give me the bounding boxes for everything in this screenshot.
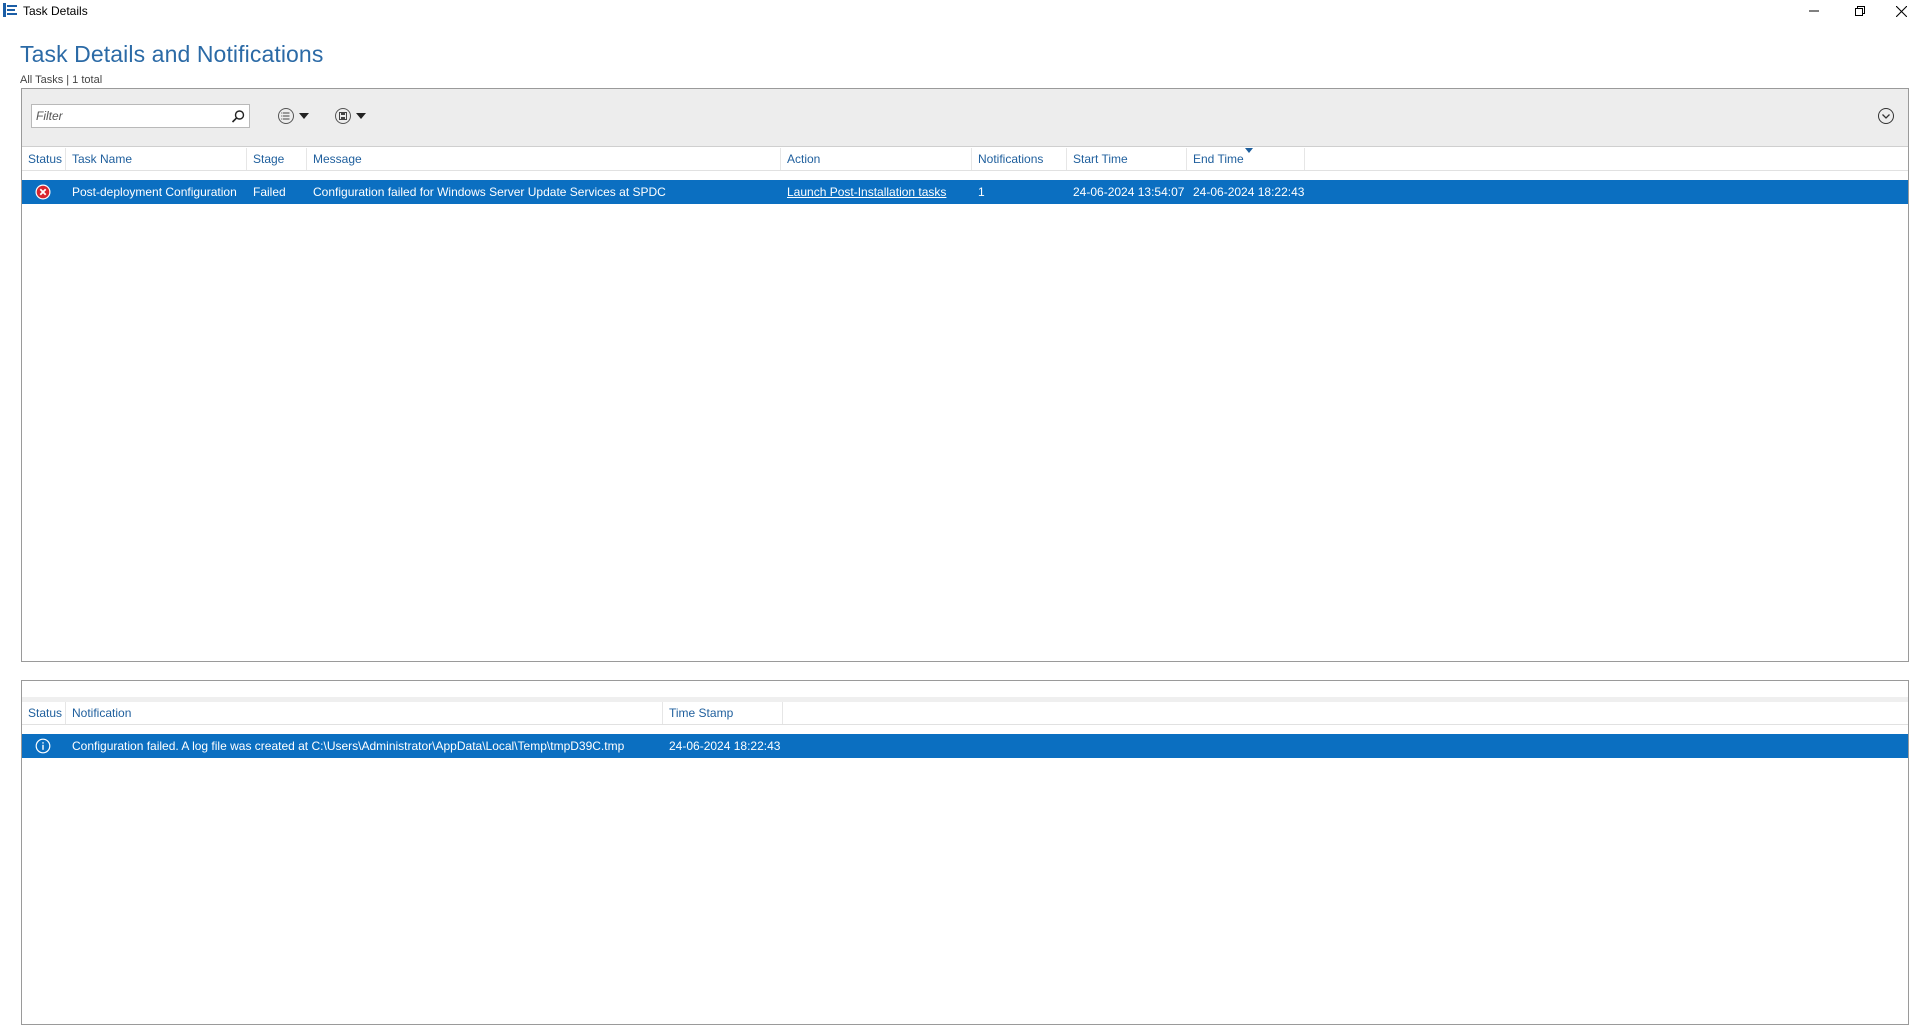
notifications-cell: 1 <box>978 185 985 199</box>
info-icon <box>35 738 51 754</box>
close-button[interactable] <box>1883 0 1919 22</box>
column-header-status[interactable]: Status <box>22 702 66 724</box>
column-header-notification[interactable]: Notification <box>66 702 663 724</box>
column-header-start-time[interactable]: Start Time <box>1067 148 1187 170</box>
column-header-stage[interactable]: Stage <box>247 148 307 170</box>
start-time-cell: 24-06-2024 13:54:07 <box>1073 185 1185 199</box>
list-view-icon <box>278 108 294 124</box>
notifications-table-header: Status Notification Time Stamp <box>22 702 1908 725</box>
action-cell: Launch Post-Installation tasks <box>781 180 972 204</box>
task-count: All Tasks | 1 total <box>20 74 103 86</box>
notifications-panel: Status Notification Time Stamp Configura… <box>21 680 1909 1025</box>
chevron-down-icon <box>356 113 366 119</box>
save-query-button[interactable] <box>332 104 376 128</box>
server-manager-icon <box>3 3 17 17</box>
launch-post-installation-link[interactable]: Launch Post-Installation tasks <box>787 185 946 199</box>
column-header-message[interactable]: Message <box>307 148 781 170</box>
column-header-notifications[interactable]: Notifications <box>972 148 1067 170</box>
sort-descending-icon <box>1245 148 1253 153</box>
column-header-end-time-label: End Time <box>1193 152 1244 166</box>
collapse-icon[interactable] <box>1876 106 1896 126</box>
stage-cell: Failed <box>253 185 286 199</box>
minimize-icon <box>1809 10 1819 12</box>
restore-button[interactable] <box>1837 0 1883 22</box>
status-cell <box>22 180 66 204</box>
time-stamp-cell: 24-06-2024 18:22:43 <box>669 739 781 753</box>
table-row[interactable]: Configuration failed. A log file was cre… <box>22 734 1908 758</box>
page-title: Task Details and Notifications <box>20 41 324 67</box>
task-name-cell: Post-deployment Configuration <box>72 185 237 199</box>
restore-icon <box>1855 6 1865 16</box>
column-header-time-stamp[interactable]: Time Stamp <box>663 702 783 724</box>
end-time-cell: 24-06-2024 18:22:43 <box>1193 185 1305 199</box>
column-header-action[interactable]: Action <box>781 148 972 170</box>
filter-box <box>31 104 250 128</box>
tasks-panel: Status Task Name Stage Message Action No… <box>21 88 1909 662</box>
tasks-toolbar <box>22 89 1908 147</box>
save-icon <box>335 108 351 124</box>
column-header-status[interactable]: Status <box>22 148 66 170</box>
close-icon <box>1895 5 1907 17</box>
filter-input[interactable] <box>32 105 222 127</box>
table-row[interactable]: Post-deployment Configuration Failed Con… <box>22 180 1908 204</box>
search-icon[interactable] <box>229 108 247 126</box>
notification-cell: Configuration failed. A log file was cre… <box>72 739 625 753</box>
minimize-button[interactable] <box>1791 0 1837 22</box>
status-cell <box>22 734 66 758</box>
column-header-end-time[interactable]: End Time <box>1187 148 1305 170</box>
column-header-task-name[interactable]: Task Name <box>66 148 247 170</box>
tasks-table-header: Status Task Name Stage Message Action No… <box>22 148 1908 171</box>
message-cell: Configuration failed for Windows Server … <box>313 185 666 199</box>
window-title: Task Details <box>23 4 88 18</box>
error-icon <box>35 184 51 200</box>
view-options-button[interactable] <box>275 104 319 128</box>
title-bar: Task Details <box>0 0 1919 23</box>
chevron-down-icon <box>299 113 309 119</box>
